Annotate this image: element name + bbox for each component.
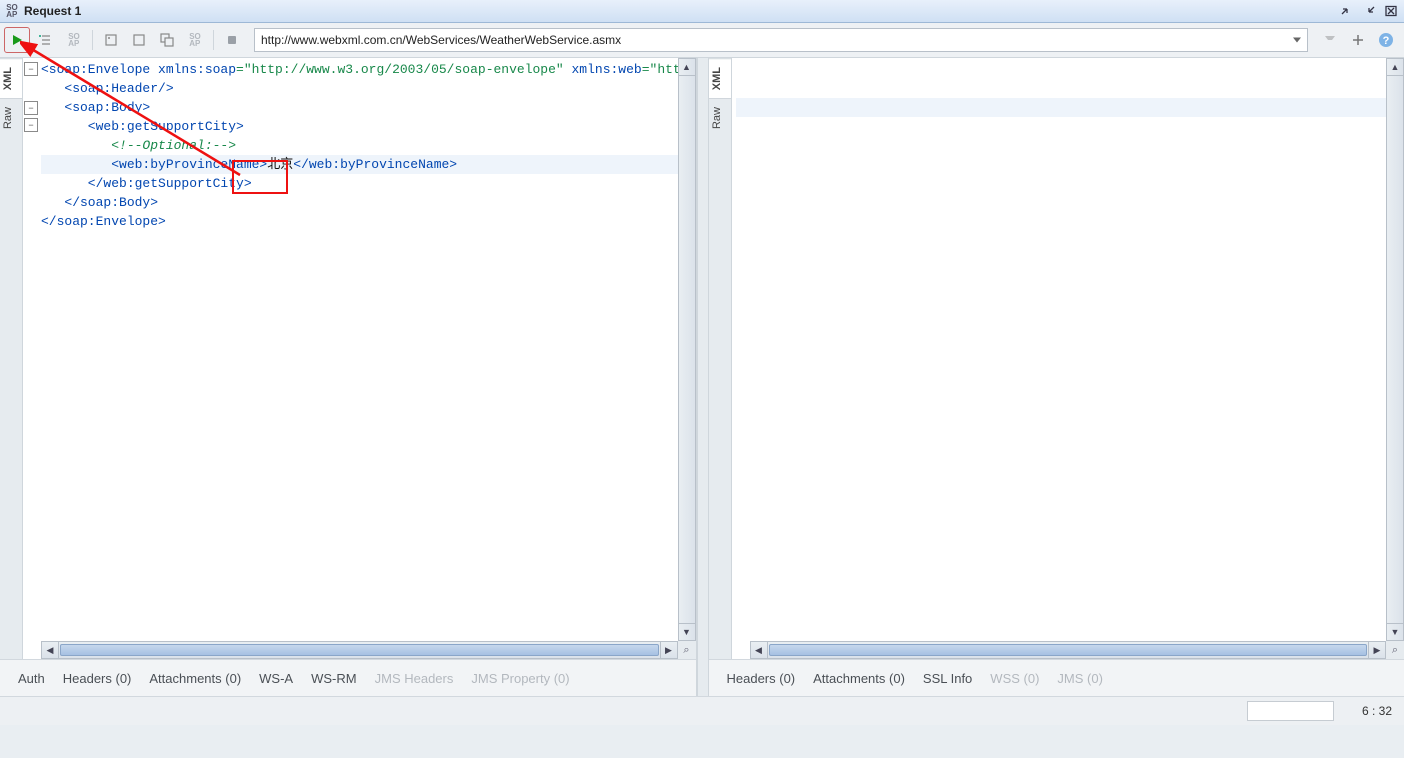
request-side-tabs: XML Raw <box>0 58 23 659</box>
tab-ssl[interactable]: SSL Info <box>923 671 972 686</box>
tab-headers-resp[interactable]: Headers (0) <box>727 671 796 686</box>
maximize-internal-icon[interactable] <box>1360 3 1378 19</box>
cursor-position: 6 : 32 <box>1342 704 1392 718</box>
separator-2 <box>213 30 214 50</box>
toggle-tabs-button[interactable] <box>1318 28 1342 52</box>
response-hscroll[interactable]: ◀ ▶ <box>750 641 1387 659</box>
tag: <soap:Envelope <box>41 62 150 77</box>
fold-toggle-3[interactable]: − <box>24 118 38 132</box>
response-code <box>736 60 1387 641</box>
request-editor[interactable]: − − − <soap:Envelope xmlns:soap="http://… <box>23 58 696 659</box>
tab-raw-resp[interactable]: Raw <box>709 98 731 137</box>
response-body: XML Raw ▲ ▼ ◀ ▶ ⌕ <box>709 58 1404 659</box>
main-split: XML Raw − − − <soap:Envelope xmlns:soap=… <box>0 58 1404 696</box>
tag: </web:byProvinceName> <box>293 157 457 172</box>
stop-button[interactable] <box>220 28 244 52</box>
scroll-left-icon[interactable]: ◀ <box>42 642 59 658</box>
help-button[interactable]: ? <box>1374 28 1398 52</box>
attr-val: ="http://WebXml.com.cn/" <box>642 62 678 77</box>
request-vscroll[interactable]: ▲ ▼ <box>678 58 696 641</box>
scroll-down-icon[interactable]: ▼ <box>1387 623 1403 640</box>
scroll-right-icon[interactable]: ▶ <box>1368 642 1385 658</box>
title-bar: SO AP Request 1 <box>0 0 1404 23</box>
tab-xml[interactable]: XML <box>0 58 22 98</box>
title-controls <box>1338 3 1400 19</box>
tab-jms-property[interactable]: JMS Property (0) <box>471 671 569 686</box>
soap-disabled-button[interactable]: SO AP <box>183 28 207 52</box>
soap-icon: SO AP <box>4 3 20 19</box>
add-button[interactable] <box>1346 28 1370 52</box>
separator <box>92 30 93 50</box>
scroll-up-icon[interactable]: ▲ <box>1387 59 1403 76</box>
recreate-request-button[interactable] <box>99 28 123 52</box>
tab-headers[interactable]: Headers (0) <box>63 671 132 686</box>
endpoint-url-text: http://www.webxml.com.cn/WebServices/Wea… <box>261 33 621 47</box>
request-pane: XML Raw − − − <soap:Envelope xmlns:soap=… <box>0 58 697 696</box>
zoom-icon[interactable]: ⌕ <box>678 641 696 659</box>
endpoint-url-input[interactable]: http://www.webxml.com.cn/WebServices/Wea… <box>254 28 1308 52</box>
tag: <web:getSupportCity> <box>41 119 244 134</box>
response-bottom-tabs: Headers (0) Attachments (0) SSL Info WSS… <box>709 659 1404 696</box>
svg-text:?: ? <box>1383 35 1390 47</box>
tab-auth[interactable]: Auth <box>18 671 45 686</box>
scroll-thumb[interactable] <box>60 644 659 656</box>
close-internal-icon[interactable] <box>1382 3 1400 19</box>
tab-wsa[interactable]: WS-A <box>259 671 293 686</box>
request-bottom-tabs: Auth Headers (0) Attachments (0) WS-A WS… <box>0 659 696 696</box>
toolbar: SO AP SO AP http://www.webxml.com.cn/Web… <box>0 23 1404 58</box>
attr-val: ="http://www.w3.org/2003/05/soap-envelop… <box>236 62 564 77</box>
scroll-up-icon[interactable]: ▲ <box>679 59 695 76</box>
status-bar: 6 : 32 <box>0 696 1404 725</box>
response-side-tabs: XML Raw <box>709 58 732 659</box>
add-assertion-button[interactable] <box>34 28 58 52</box>
scroll-thumb[interactable] <box>769 644 1368 656</box>
request-hscroll[interactable]: ◀ ▶ <box>41 641 678 659</box>
tab-jms[interactable]: JMS (0) <box>1057 671 1103 686</box>
fold-toggle-2[interactable]: − <box>24 101 38 115</box>
tab-jms-headers[interactable]: JMS Headers <box>375 671 454 686</box>
minimize-internal-icon[interactable] <box>1338 3 1356 19</box>
comment: <!--Optional:--> <box>41 138 236 153</box>
tab-raw[interactable]: Raw <box>0 98 22 137</box>
attr: xmlns:soap <box>150 62 236 77</box>
tab-attachments[interactable]: Attachments (0) <box>149 671 241 686</box>
request-body: XML Raw − − − <soap:Envelope xmlns:soap=… <box>0 58 696 659</box>
tag: </web:getSupportCity> <box>41 176 252 191</box>
create-empty-button[interactable] <box>127 28 151 52</box>
tag: <soap:Header/> <box>41 81 174 96</box>
response-vscroll[interactable]: ▲ ▼ <box>1386 58 1404 641</box>
tag: </soap:Body> <box>41 195 158 210</box>
response-pane: XML Raw ▲ ▼ ◀ ▶ ⌕ <box>709 58 1404 696</box>
tag: <soap:Body> <box>41 100 150 115</box>
scroll-right-icon[interactable]: ▶ <box>660 642 677 658</box>
window-title: Request 1 <box>24 4 1338 18</box>
status-box <box>1247 701 1334 721</box>
tag: </soap:Envelope> <box>41 214 166 229</box>
fold-toggle[interactable]: − <box>24 62 38 76</box>
tab-attachments-resp[interactable]: Attachments (0) <box>813 671 905 686</box>
fold-gutter: − − − <box>23 58 39 641</box>
province-value[interactable]: 北京 <box>267 157 293 172</box>
scroll-left-icon[interactable]: ◀ <box>751 642 768 658</box>
tab-xml-resp[interactable]: XML <box>709 58 731 98</box>
scroll-down-icon[interactable]: ▼ <box>679 623 695 640</box>
pane-divider[interactable] <box>697 58 709 696</box>
tab-wss[interactable]: WSS (0) <box>990 671 1039 686</box>
tag: <web:byProvinceName> <box>41 157 267 172</box>
xml-code[interactable]: <soap:Envelope xmlns:soap="http://www.w3… <box>41 60 678 641</box>
soap-button[interactable]: SO AP <box>62 28 86 52</box>
response-editor[interactable]: ▲ ▼ ◀ ▶ ⌕ <box>732 58 1404 659</box>
tab-wsrm[interactable]: WS-RM <box>311 671 357 686</box>
request-window: SO AP Request 1 SO AP <box>0 0 1404 758</box>
clone-request-button[interactable] <box>155 28 179 52</box>
attr: xmlns:web <box>564 62 642 77</box>
run-button[interactable] <box>4 27 30 53</box>
zoom-icon[interactable]: ⌕ <box>1386 641 1404 659</box>
